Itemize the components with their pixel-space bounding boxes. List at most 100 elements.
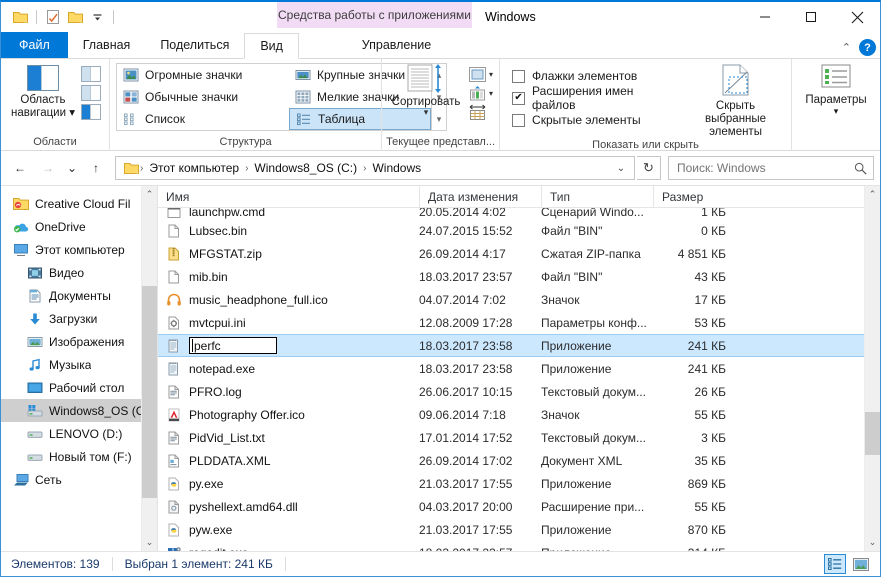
table-row[interactable]: pyw.exe 21.03.2017 17:55 Приложение 870 … [158, 518, 864, 541]
breadcrumb-item-windows[interactable]: Windows [367, 157, 426, 179]
forward-button[interactable]: → [35, 155, 61, 181]
table-row[interactable]: py.exe 21.03.2017 17:55 Приложение 869 К… [158, 472, 864, 495]
properties-icon[interactable] [42, 6, 64, 28]
preview-pane-icon[interactable] [81, 66, 101, 82]
tab-view[interactable]: Вид [244, 33, 299, 59]
tab-manage[interactable]: Управление [299, 32, 494, 58]
filelist-scroll-up-icon[interactable]: ⌃ [865, 186, 880, 203]
hidden-items-checkbox[interactable] [512, 113, 526, 127]
filelist-scroll-down-icon[interactable]: ⌄ [865, 534, 880, 551]
breadcrumb-dropdown-icon[interactable]: ⌄ [610, 163, 632, 174]
column-header-size[interactable]: Размер [653, 185, 738, 208]
recent-locations-button[interactable]: ⌄ [63, 155, 81, 181]
column-header-date[interactable]: Дата изменения [419, 185, 541, 208]
help-icon[interactable]: ? [859, 39, 876, 56]
customize-dropdown-icon[interactable] [86, 6, 108, 28]
hide-selected-items-button[interactable]: Скрыть выбранные элементы [686, 63, 785, 139]
refresh-button[interactable]: ↻ [637, 156, 661, 180]
table-row[interactable]: mvtcpui.ini 12.08.2009 17:28 Параметры к… [158, 311, 864, 334]
table-row[interactable]: Lubsec.bin 24.07.2015 15:52 Файл "BIN" 0… [158, 219, 864, 242]
table-row[interactable]: launchpw.cmd 20.05.2014 4:02 Сценарий Wi… [158, 208, 864, 219]
maximize-button[interactable] [788, 2, 834, 32]
breadcrumb-item-drive[interactable]: Windows8_OS (C:) [249, 157, 362, 179]
table-row[interactable]: MFGSTAT.zip 26.09.2014 4:17 Сжатая ZIP-п… [158, 242, 864, 265]
sidebar-item-network[interactable]: Сеть [1, 468, 141, 491]
size-columns-to-fit-icon[interactable] [468, 104, 487, 121]
add-columns-caret-icon[interactable]: ▾ [489, 70, 493, 79]
sidebar-item-music[interactable]: Музыка [1, 353, 141, 376]
table-row[interactable]: Photography Offer.ico 09.06.2014 7:18 Зн… [158, 403, 864, 426]
table-row[interactable]: PidVid_List.txt 17.01.2014 17:52 Текстов… [158, 426, 864, 449]
sidebar-item-this-pc[interactable]: Этот компьютер [1, 238, 141, 261]
sidebar-item-windows8-os[interactable]: Windows8_OS (C [1, 399, 141, 422]
table-row[interactable]: regedit.exe 18.03.2017 23:57 Приложение … [158, 541, 864, 551]
navigation-pane-caret-icon[interactable]: ▾ [69, 107, 75, 119]
navpane-scroll-up-icon[interactable]: ⌃ [142, 186, 157, 203]
rename-input[interactable]: perfc [189, 337, 277, 354]
sidebar-item-desktop[interactable]: Рабочий стол [1, 376, 141, 399]
item-checkboxes-checkbox[interactable] [512, 69, 526, 83]
sidebar-item-onedrive[interactable]: OneDrive [1, 215, 141, 238]
navigation-pane-button[interactable]: Область навигации ▾ [7, 63, 79, 120]
search-input[interactable] [675, 160, 854, 176]
minimize-button[interactable] [742, 2, 788, 32]
navpane-scroll-down-icon[interactable]: ⌄ [142, 534, 157, 551]
details-pane-icon[interactable] [81, 85, 101, 101]
choose-columns-caret-icon[interactable]: ▾ [489, 89, 493, 98]
breadcrumb-folder-icon [118, 162, 139, 175]
table-row[interactable]: music_headphone_full.ico 04.07.2014 7:02… [158, 288, 864, 311]
table-row-selected[interactable]: perfc 18.03.2017 23:58 Приложение 241 КБ [158, 334, 864, 357]
sort-caret-icon[interactable]: ▾ [424, 108, 429, 117]
filelist-scroll-track[interactable] [865, 203, 880, 534]
options-caret-icon[interactable]: ▾ [834, 106, 839, 117]
sort-button[interactable]: Сортировать ▾ [388, 63, 464, 117]
large-icons-view-button[interactable] [850, 554, 872, 574]
new-folder-icon[interactable] [64, 6, 86, 28]
sidebar-item-lenovo-d[interactable]: LENOVO (D:) [1, 422, 141, 445]
navpane-scroll-track[interactable] [142, 203, 157, 534]
tab-file[interactable]: Файл [1, 32, 68, 58]
search-icon[interactable] [854, 162, 867, 175]
sidebar-item-new-volume-f[interactable]: Новый том (F:) [1, 445, 141, 468]
search-box[interactable] [668, 156, 874, 180]
file-list-scrollbar[interactable]: ⌃ ⌄ [864, 186, 880, 551]
folder-icon[interactable] [9, 6, 31, 28]
hidden-items-option[interactable]: Скрытые элементы [512, 109, 672, 131]
table-row[interactable]: PFRO.log 26.06.2017 10:15 Текстовый доку… [158, 380, 864, 403]
pane-option-icon[interactable] [81, 104, 101, 120]
sidebar-item-creative-cloud[interactable]: Creative Cloud Fil [1, 192, 141, 215]
breadcrumb[interactable]: › Этот компьютер › Windows8_OS (C:) › Wi… [115, 156, 635, 180]
tab-home[interactable]: Главная [68, 32, 146, 58]
hide-selected-label-2: элементы [709, 126, 762, 138]
up-button[interactable]: ↑ [83, 155, 109, 181]
close-button[interactable] [834, 2, 880, 32]
options-button[interactable]: Параметры ▾ [798, 63, 874, 117]
sidebar-item-pictures[interactable]: Изображения [1, 330, 141, 353]
add-columns-icon[interactable] [468, 66, 487, 83]
sidebar-item-documents[interactable]: Документы [1, 284, 141, 307]
breadcrumb-item-this-pc[interactable]: Этот компьютер [144, 157, 244, 179]
file-name-extensions-checkbox[interactable]: ✔ [512, 91, 526, 105]
medium-icons-icon [123, 90, 139, 104]
table-row[interactable]: pyshellext.amd64.dll 04.03.2017 20:00 Ра… [158, 495, 864, 518]
navigation-pane-scrollbar[interactable]: ⌃ ⌄ [141, 186, 157, 551]
collapse-ribbon-icon[interactable]: ⌃ [842, 41, 851, 54]
table-row[interactable]: notepad.exe 18.03.2017 23:58 Приложение … [158, 357, 864, 380]
filelist-scroll-thumb[interactable] [865, 411, 880, 455]
window-title: Windows [485, 10, 536, 24]
table-row[interactable]: PLDDATA.XML 26.09.2014 17:02 Документ XM… [158, 449, 864, 472]
tab-share[interactable]: Поделиться [145, 32, 244, 58]
column-header-name[interactable]: Имя [158, 186, 419, 208]
layout-list[interactable]: Список [117, 108, 289, 130]
back-button[interactable]: ← [7, 155, 33, 181]
navpane-scroll-thumb[interactable] [142, 285, 157, 498]
layout-extra-large-icons[interactable]: Огромные значки [117, 64, 289, 86]
sidebar-item-downloads[interactable]: Загрузки [1, 307, 141, 330]
table-row[interactable]: mib.bin 18.03.2017 23:57 Файл "BIN" 43 К… [158, 265, 864, 288]
choose-columns-icon[interactable] [468, 85, 487, 102]
file-name-extensions-option[interactable]: ✔ Расширения имен файлов [512, 84, 672, 112]
sidebar-item-videos[interactable]: Видео [1, 261, 141, 284]
column-header-type[interactable]: Тип [541, 185, 653, 208]
details-view-button[interactable] [824, 554, 846, 574]
layout-medium-icons[interactable]: Обычные значки [117, 86, 289, 108]
